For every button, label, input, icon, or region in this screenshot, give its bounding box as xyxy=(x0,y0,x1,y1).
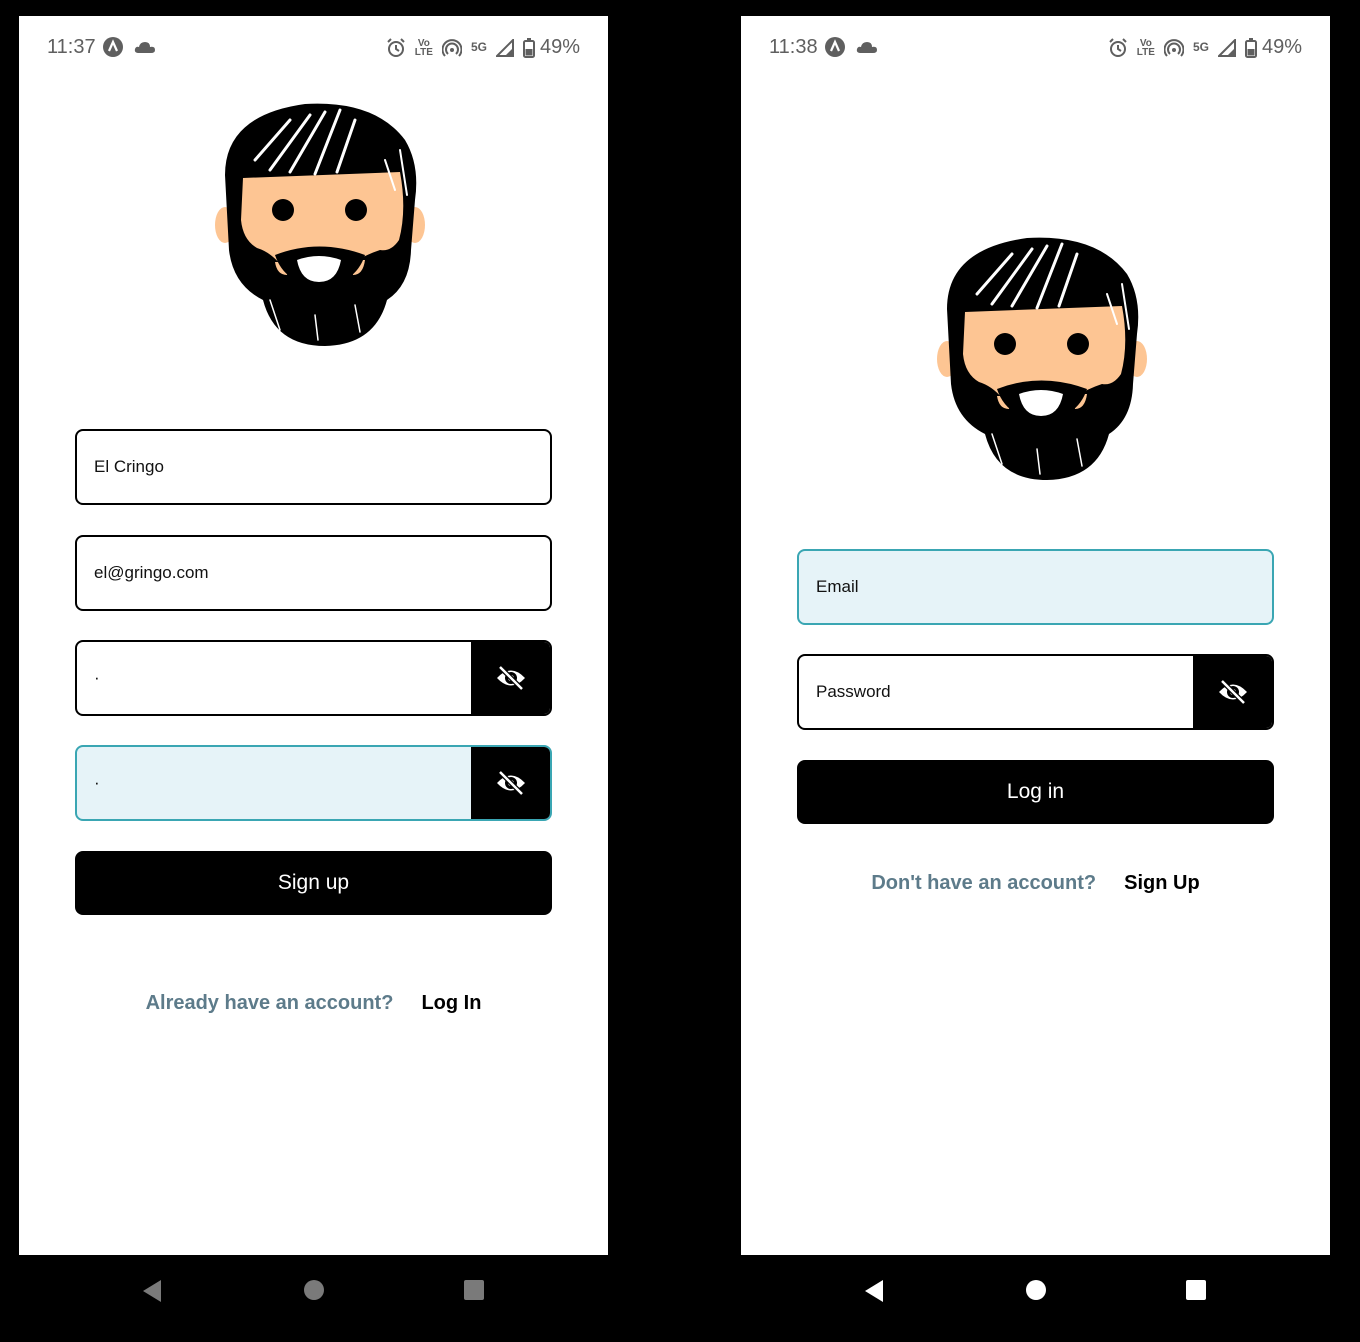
password-input[interactable]: Password xyxy=(797,654,1274,730)
battery-percent: 49% xyxy=(539,36,580,58)
email-input[interactable]: Email xyxy=(797,549,1274,625)
home-icon[interactable] xyxy=(1025,1279,1047,1301)
email-input[interactable]: el@gringo.com xyxy=(75,535,552,611)
battery-percent: 49% xyxy=(1261,36,1302,58)
status-time: 11:38 xyxy=(769,36,818,58)
network-type-label: 5G xyxy=(1192,40,1209,54)
login-screen: 11:38 Vo LTE 5G 49% Email Password Log i… xyxy=(741,16,1330,1255)
toggle-password-visibility-button[interactable] xyxy=(471,642,550,714)
volte-icon: Vo LTE xyxy=(1136,38,1155,58)
battery-icon xyxy=(522,37,535,58)
name-input[interactable]: El Cringo xyxy=(75,429,552,505)
login-button[interactable]: Log in xyxy=(797,760,1274,824)
signup-screen: 11:37 Vo LTE 5G 49% El Cringo el@gringo.… xyxy=(19,16,608,1255)
cloud-icon xyxy=(856,42,877,53)
volte-bottom-label: LTE xyxy=(414,46,433,58)
confirm-password-input-value: · xyxy=(94,773,100,792)
email-input-value: el@gringo.com xyxy=(94,563,209,582)
signup-prompt: Don't have an account? Sign Up xyxy=(741,872,1330,895)
signal-icon xyxy=(495,38,514,57)
login-link[interactable]: Log In xyxy=(421,992,481,1015)
navigation-bar xyxy=(741,1255,1330,1342)
network-type-label: 5G xyxy=(470,40,487,54)
confirm-password-input[interactable]: · xyxy=(75,745,552,821)
password-input[interactable]: · xyxy=(75,640,552,716)
hotspot-icon xyxy=(1163,38,1184,57)
bearded-man-avatar xyxy=(215,103,425,347)
email-input-placeholder: Email xyxy=(816,577,859,596)
back-icon[interactable] xyxy=(141,1279,163,1303)
login-prompt-text: Already have an account? xyxy=(145,992,394,1014)
back-icon[interactable] xyxy=(863,1279,885,1303)
navigation-bar xyxy=(19,1255,608,1342)
home-icon[interactable] xyxy=(303,1279,325,1301)
volte-icon: Vo LTE xyxy=(414,38,433,58)
recents-icon[interactable] xyxy=(463,1279,485,1301)
app-notification-icon xyxy=(103,37,123,57)
volte-bottom-label: LTE xyxy=(1136,46,1155,58)
toggle-password-visibility-button[interactable] xyxy=(1193,656,1272,728)
recents-icon[interactable] xyxy=(1185,1279,1207,1301)
password-input-placeholder: Password xyxy=(816,682,891,701)
bearded-man-avatar xyxy=(937,237,1147,480)
login-prompt: Already have an account? Log In xyxy=(19,992,608,1015)
signal-icon xyxy=(1217,38,1236,57)
signup-prompt-text: Don't have an account? xyxy=(871,872,1097,894)
signup-link[interactable]: Sign Up xyxy=(1124,872,1200,895)
signup-button[interactable]: Sign up xyxy=(75,851,552,915)
hotspot-icon xyxy=(441,38,462,57)
status-bar: 11:37 Vo LTE 5G 49% xyxy=(19,16,608,78)
cloud-icon xyxy=(134,42,155,53)
battery-icon xyxy=(1244,37,1257,58)
name-input-value: El Cringo xyxy=(94,457,164,476)
status-bar: 11:38 Vo LTE 5G 49% xyxy=(741,16,1330,78)
eye-slash-icon xyxy=(496,665,525,691)
status-time: 11:37 xyxy=(47,36,96,58)
app-notification-icon xyxy=(825,37,845,57)
password-input-value: · xyxy=(94,668,100,687)
alarm-icon xyxy=(387,37,405,57)
eye-slash-icon xyxy=(1218,679,1247,705)
toggle-confirm-password-visibility-button[interactable] xyxy=(471,747,550,819)
eye-slash-icon xyxy=(496,770,525,796)
alarm-icon xyxy=(1109,37,1127,57)
